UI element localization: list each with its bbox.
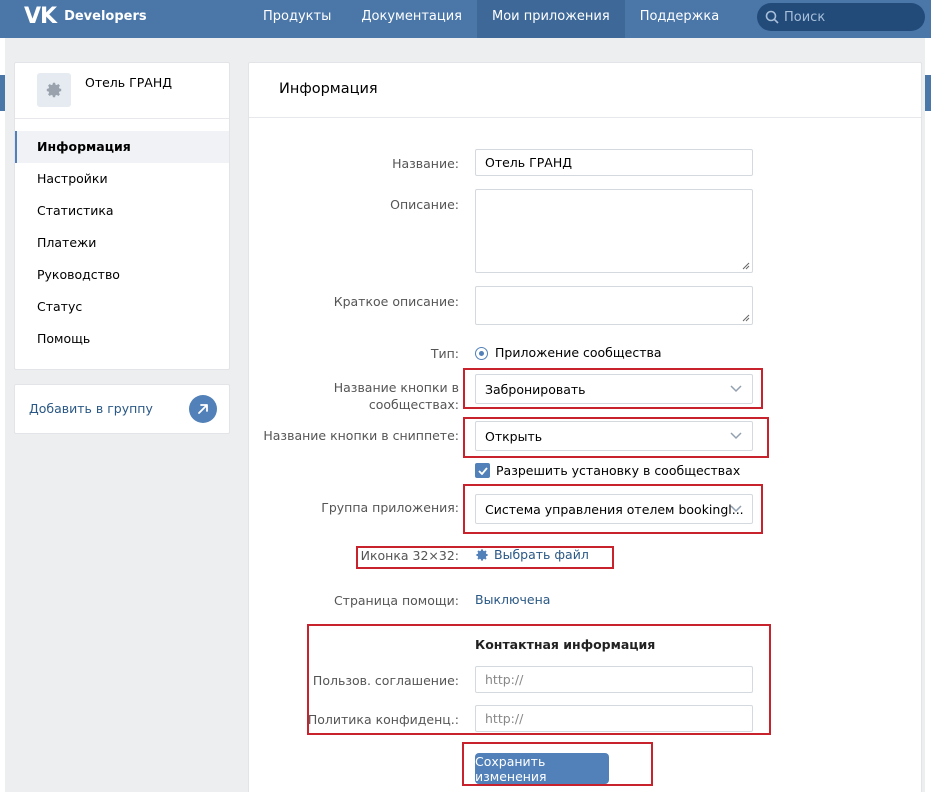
- add-to-group-link[interactable]: Добавить в группу: [29, 401, 153, 416]
- search-icon: [765, 10, 779, 24]
- highlight-snippet-button: [463, 417, 769, 458]
- add-to-group-button[interactable]: [189, 395, 217, 423]
- snippet-button-label: Название кнопки в сниппете:: [263, 428, 459, 443]
- sidebar-item-info[interactable]: Информация: [15, 131, 229, 163]
- left-edge-accent: [0, 75, 5, 111]
- vk-logo-icon: VK: [24, 4, 57, 29]
- description-label: Описание:: [390, 197, 459, 212]
- type-label: Тип:: [430, 346, 459, 361]
- nav-my-apps[interactable]: Мои приложения: [476, 0, 625, 38]
- panel-header: Информация: [249, 63, 921, 118]
- sidebar-item-guide[interactable]: Руководство: [15, 259, 229, 291]
- highlight-save-button: [462, 742, 653, 786]
- left-bottom-margin: [0, 713, 5, 792]
- checkmark-icon: [477, 466, 488, 475]
- short-description-label: Краткое описание:: [333, 294, 459, 309]
- sidebar-item-settings[interactable]: Настройки: [15, 163, 229, 195]
- gear-icon: [46, 82, 62, 98]
- community-button-label-line2: сообществах:: [368, 397, 459, 412]
- arrow-up-right-icon: [198, 404, 208, 414]
- allow-install-label[interactable]: Разрешить установку в сообществах: [496, 463, 740, 478]
- search-input[interactable]: Поиск: [757, 3, 925, 31]
- app-sidebar: Отель ГРАНД Информация Настройки Статист…: [14, 62, 230, 370]
- app-header: Отель ГРАНД: [15, 63, 229, 119]
- type-value: Приложение сообщества: [495, 345, 662, 360]
- help-page-value[interactable]: Выключена: [475, 592, 550, 607]
- short-description-textarea[interactable]: [475, 286, 753, 325]
- logo-text: Developers: [64, 9, 147, 24]
- top-header: VK Developers Продукты Документация Мои …: [0, 0, 931, 38]
- resize-grip-icon[interactable]: [742, 314, 750, 322]
- name-input[interactable]: Отель ГРАНД: [475, 149, 753, 176]
- allow-install-checkbox[interactable]: [475, 463, 490, 478]
- vk-developers-logo[interactable]: VK Developers: [24, 4, 147, 29]
- highlight-icon: [356, 546, 614, 569]
- sidebar-menu: Информация Настройки Статистика Платежи …: [15, 131, 229, 355]
- sidebar-item-payments[interactable]: Платежи: [15, 227, 229, 259]
- highlight-app-group: [463, 484, 763, 534]
- community-button-label-line1: Название кнопки в: [333, 380, 459, 395]
- resize-grip-icon[interactable]: [742, 262, 750, 270]
- top-nav: Продукты Документация Мои приложения Под…: [248, 0, 734, 38]
- nav-support[interactable]: Поддержка: [625, 0, 735, 38]
- sidebar-item-statistics[interactable]: Статистика: [15, 195, 229, 227]
- app-group-label: Группа приложения:: [321, 500, 459, 515]
- app-avatar: [37, 73, 71, 107]
- type-radio[interactable]: [475, 347, 488, 360]
- right-margin: [925, 38, 931, 792]
- add-to-group-card[interactable]: Добавить в группу: [14, 384, 230, 434]
- highlight-contact-info: [307, 624, 771, 735]
- help-page-label: Страница помощи:: [333, 593, 459, 608]
- nav-products[interactable]: Продукты: [248, 0, 346, 38]
- description-textarea[interactable]: [475, 189, 753, 273]
- right-edge-accent: [925, 75, 931, 111]
- search-placeholder: Поиск: [784, 9, 826, 25]
- community-button-label: Название кнопки в сообществах:: [249, 379, 459, 413]
- highlight-community-button: [463, 368, 763, 409]
- sidebar-item-help[interactable]: Помощь: [15, 323, 229, 355]
- sidebar-item-status[interactable]: Статус: [15, 291, 229, 323]
- nav-documentation[interactable]: Документация: [346, 0, 477, 38]
- page-title: Информация: [279, 81, 378, 97]
- left-margin: [0, 38, 5, 792]
- name-label: Название:: [392, 156, 459, 171]
- app-name: Отель ГРАНД: [85, 75, 173, 90]
